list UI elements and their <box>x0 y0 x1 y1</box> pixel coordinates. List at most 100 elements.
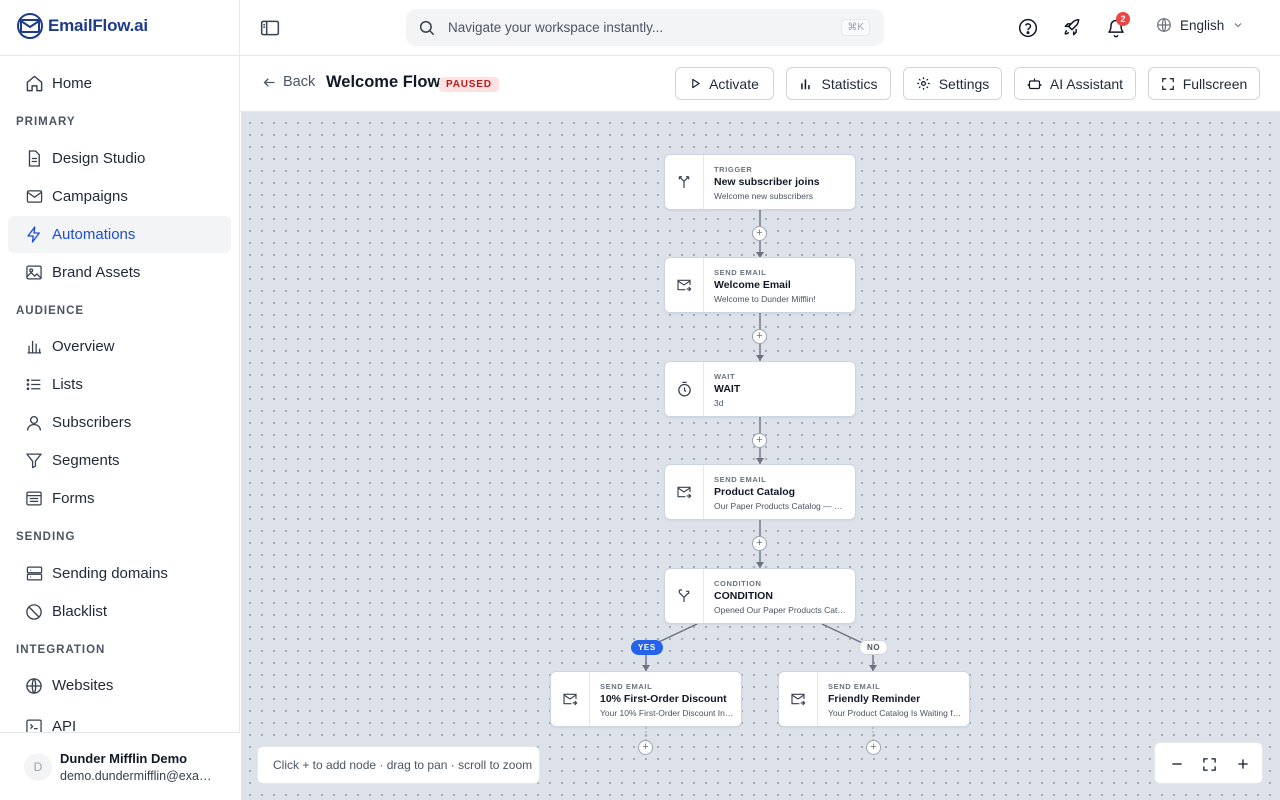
sidebar-item-segments[interactable]: Segments <box>8 442 231 479</box>
node-icon-box <box>665 569 704 623</box>
section-label-sending: SENDING <box>16 531 76 543</box>
activate-button[interactable]: Activate <box>675 67 774 100</box>
sidebar-item-label: Lists <box>52 376 83 393</box>
flow-node-send-email[interactable]: SEND EMAIL 10% First-Order Discount Your… <box>550 671 742 727</box>
sidebar-item-automations[interactable]: Automations <box>8 216 231 253</box>
ban-icon <box>24 602 44 622</box>
sidebar-toggle-icon[interactable] <box>260 18 280 38</box>
flow-node-wait[interactable]: WAIT WAIT 3d <box>664 361 856 417</box>
back-button[interactable]: Back <box>262 74 315 90</box>
filter-icon <box>24 451 44 471</box>
help-icon[interactable] <box>1018 18 1038 38</box>
sidebar-item-sending-domains[interactable]: Sending domains <box>8 555 231 592</box>
sidebar-item-label: Websites <box>52 677 114 694</box>
branch-no-label: NO <box>859 640 889 655</box>
node-title: 10% First-Order Discount <box>600 693 727 705</box>
sidebar-item-design-studio[interactable]: Design Studio <box>8 140 231 177</box>
flow-canvas[interactable]: TRIGGER New subscriber joins Welcome new… <box>241 112 1280 800</box>
send-email-icon <box>677 486 692 499</box>
home-icon <box>24 74 44 94</box>
node-title: Product Catalog <box>714 486 796 498</box>
app-logo[interactable]: EmailFlow.ai <box>16 13 148 39</box>
node-title: WAIT <box>714 383 741 395</box>
avatar: D <box>24 753 52 781</box>
flow-edges <box>642 210 877 741</box>
statistics-label: Statistics <box>821 75 878 92</box>
zoom-controls <box>1154 742 1263 784</box>
sidebar-item-campaigns[interactable]: Campaigns <box>8 178 231 215</box>
node-subtitle: Welcome new subscribers <box>714 191 814 201</box>
node-title: Welcome Email <box>714 279 791 291</box>
fullscreen-button[interactable]: Fullscreen <box>1148 67 1260 100</box>
top-bar: Navigate your workspace instantly... ⌘K … <box>240 0 1280 56</box>
bar-chart-icon <box>24 337 44 357</box>
add-node-button[interactable]: + <box>866 740 881 755</box>
sidebar-item-label: Design Studio <box>52 150 146 167</box>
arrow-left-icon <box>263 77 275 87</box>
flow-node-condition[interactable]: CONDITION CONDITION Opened Our Paper Pro… <box>664 568 856 624</box>
sidebar: EmailFlow.ai Home PRIMARY Design Studio … <box>0 0 240 800</box>
node-title: New subscriber joins <box>714 176 820 188</box>
statistics-button[interactable]: Statistics <box>786 67 891 100</box>
user-profile[interactable]: D Dunder Mifflin Demo demo.dundermifflin… <box>0 732 240 800</box>
sidebar-item-websites[interactable]: Websites <box>8 667 231 704</box>
node-icon-box <box>665 465 704 519</box>
app-name: EmailFlow.ai <box>48 16 148 35</box>
ai-assistant-label: AI Assistant <box>1049 75 1124 92</box>
node-subtitle: Your 10% First-Order Discount Inside <box>600 708 735 718</box>
sidebar-item-brand-assets[interactable]: Brand Assets <box>8 254 231 291</box>
activate-label: Activate <box>709 75 759 92</box>
sidebar-item-label: Automations <box>52 226 136 243</box>
lightning-icon <box>24 225 44 245</box>
flow-node-send-email[interactable]: SEND EMAIL Product Catalog Our Paper Pro… <box>664 464 856 520</box>
search-bar[interactable]: Navigate your workspace instantly... ⌘K <box>406 9 884 46</box>
sidebar-item-lists[interactable]: Lists <box>8 366 231 403</box>
search-shortcut: ⌘K <box>841 19 870 36</box>
node-title: CONDITION <box>714 590 773 602</box>
settings-button[interactable]: Settings <box>903 67 1002 100</box>
ai-assistant-button[interactable]: AI Assistant <box>1014 67 1136 100</box>
sidebar-item-blacklist[interactable]: Blacklist <box>8 593 231 630</box>
node-icon-box <box>779 672 818 726</box>
flow-node-trigger[interactable]: TRIGGER New subscriber joins Welcome new… <box>664 154 856 210</box>
node-subtitle: Our Paper Products Catalog — Quality You… <box>714 501 849 511</box>
fullscreen-icon <box>1161 77 1174 90</box>
node-kind: CONDITION <box>714 579 762 588</box>
zoom-in-button[interactable] <box>1233 754 1253 774</box>
gear-icon <box>916 77 930 90</box>
play-icon <box>692 78 700 89</box>
mail-icon <box>24 187 44 207</box>
image-icon <box>24 263 44 283</box>
sidebar-item-forms[interactable]: Forms <box>8 480 231 517</box>
trigger-icon <box>678 176 690 188</box>
node-icon-box <box>551 672 590 726</box>
send-email-icon <box>563 693 578 706</box>
node-subtitle: 3d <box>714 398 724 408</box>
node-kind: TRIGGER <box>714 165 753 174</box>
section-label-integration: INTEGRATION <box>16 644 106 656</box>
list-icon <box>24 375 44 395</box>
add-node-button[interactable]: + <box>752 329 767 344</box>
language-selector[interactable]: English <box>1156 17 1244 33</box>
canvas-hint: Click + to add node · drag to pan · scro… <box>257 746 540 784</box>
flow-node-send-email[interactable]: SEND EMAIL Friendly Reminder Your Produc… <box>778 671 970 727</box>
fit-view-button[interactable] <box>1199 754 1219 774</box>
sidebar-item-label: Subscribers <box>52 414 132 431</box>
notification-badge: 2 <box>1116 12 1130 26</box>
sidebar-item-overview[interactable]: Overview <box>8 328 231 365</box>
zoom-out-button[interactable] <box>1167 754 1187 774</box>
node-subtitle: Welcome to Dunder Mifflin! <box>714 294 816 304</box>
rocket-icon[interactable] <box>1062 18 1082 38</box>
sidebar-item-subscribers[interactable]: Subscribers <box>8 404 231 441</box>
flow-node-send-email[interactable]: SEND EMAIL Welcome Email Welcome to Dund… <box>664 257 856 313</box>
node-subtitle: Your Product Catalog Is Waiting for You <box>828 708 963 718</box>
user-email: demo.dundermifflin@example.com <box>60 769 220 783</box>
chevron-down-icon <box>1234 23 1242 28</box>
fullscreen-label: Fullscreen <box>1182 75 1248 92</box>
sidebar-item-home[interactable]: Home <box>8 65 231 102</box>
add-node-button[interactable]: + <box>752 433 767 448</box>
add-node-button[interactable]: + <box>752 226 767 241</box>
section-label-audience: AUDIENCE <box>16 305 85 317</box>
add-node-button[interactable]: + <box>638 740 653 755</box>
add-node-button[interactable]: + <box>752 536 767 551</box>
